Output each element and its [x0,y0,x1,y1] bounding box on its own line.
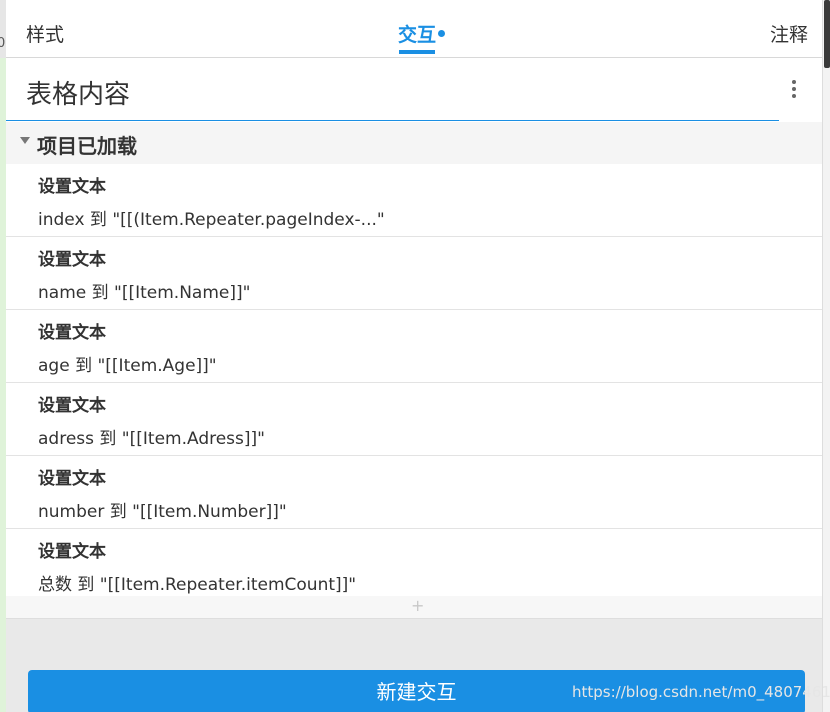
widget-title-area: 表格内容 [6,58,822,122]
tab-notes[interactable]: 注释 [770,20,808,47]
vertical-scrollbar[interactable] [822,0,830,712]
action-list: 设置文本 index 到 "[[(Item.Repeater.pageIndex… [6,164,822,602]
canvas-edge-char: 0 [0,36,6,51]
action-item[interactable]: 设置文本 总数 到 "[[Item.Repeater.itemCount]]" [6,529,822,602]
action-detail: number 到 "[[Item.Number]]" [38,502,287,522]
action-title: 设置文本 [38,542,106,562]
action-detail: adress 到 "[[Item.Adress]]" [38,429,265,449]
widget-name-field[interactable]: 表格内容 [26,74,130,111]
app-root: 0 样式 交互 注释 表格内容 项目已加载 设置文本 index 到 "[[(I… [0,0,830,712]
scrollbar-thumb[interactable] [824,0,830,68]
watermark-text: https://blog.csdn.net/m0_48074617 [572,683,830,701]
action-item[interactable]: 设置文本 adress 到 "[[Item.Adress]]" [6,383,822,456]
active-tab-underline [399,50,435,54]
tab-style[interactable]: 样式 [26,20,64,47]
action-item[interactable]: 设置文本 number 到 "[[Item.Number]]" [6,456,822,529]
action-item[interactable]: 设置文本 age 到 "[[Item.Age]]" [6,310,822,383]
event-header[interactable]: 项目已加载 [6,122,822,164]
more-vertical-icon[interactable] [786,80,802,104]
action-title: 设置文本 [38,396,106,416]
action-title: 设置文本 [38,469,106,489]
caret-down-icon[interactable] [20,137,30,144]
action-detail: name 到 "[[Item.Name]]" [38,283,251,303]
action-title: 设置文本 [38,177,106,197]
action-detail: index 到 "[[(Item.Repeater.pageIndex-..." [38,210,385,230]
interactions-panel: 样式 交互 注释 表格内容 项目已加载 设置文本 index 到 "[[(Ite… [6,0,822,712]
event-title: 项目已加载 [37,134,137,158]
action-detail: age 到 "[[Item.Age]]" [38,356,217,376]
action-detail: 总数 到 "[[Item.Repeater.itemCount]]" [38,575,357,595]
action-item[interactable]: 设置文本 index 到 "[[(Item.Repeater.pageIndex… [6,164,822,237]
action-item[interactable]: 设置文本 name 到 "[[Item.Name]]" [6,237,822,310]
tab-interact[interactable]: 交互 [398,20,436,47]
title-underline [6,120,779,121]
action-title: 设置文本 [38,323,106,343]
plus-icon[interactable]: + [411,596,424,615]
add-action-row[interactable]: + [6,596,822,619]
panel-tabs: 样式 交互 注释 [6,0,822,58]
interaction-indicator-dot [438,30,445,37]
action-title: 设置文本 [38,250,106,270]
